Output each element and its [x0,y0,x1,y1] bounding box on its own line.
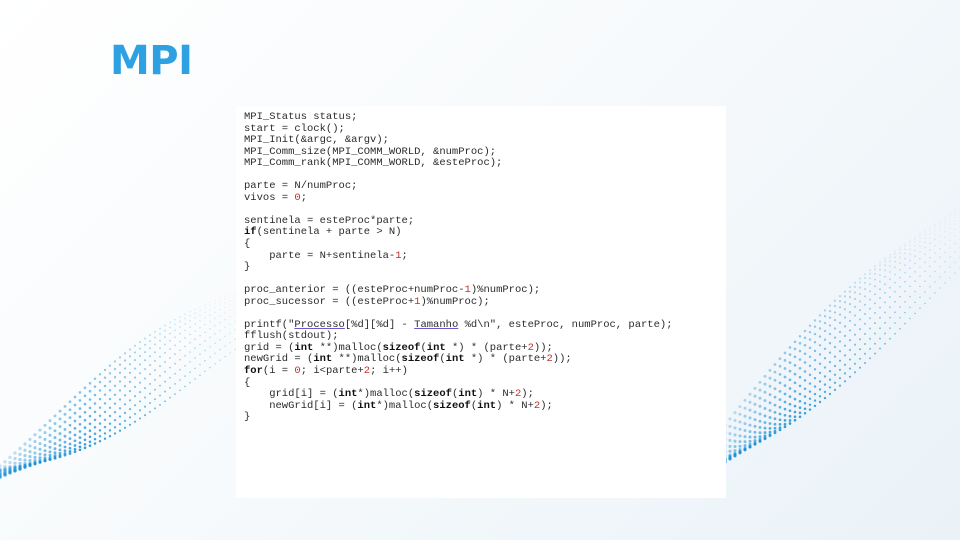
code-line: } [244,411,251,424]
code-line: vivos = 0; [244,191,308,204]
slide-title: MPI [110,38,193,84]
code-line: for(i = 0; i<parte+2; i++) [244,365,408,378]
code-line: newGrid[i] = (int*)malloc(sizeof(int) * … [244,399,553,412]
slide: MPI MPI_Status status; start = clock(); MP… [0,0,960,540]
code-line: MPI_Comm_rank(MPI_COMM_WORLD, &esteProc)… [244,157,503,170]
code-line: { [244,238,251,251]
right-dot-wave [698,207,960,481]
code-line: } [244,261,251,274]
code-line: parte = N+sentinela-1; [244,249,408,262]
code-screenshot: MPI_Status status; start = clock(); MPI_In… [236,106,726,498]
code-line: parte = N/numProc; [244,180,358,193]
code-line: MPI_Init(&argc, &argv); [244,134,389,147]
code-block: MPI_Status status; start = clock(); MPI_In… [244,111,673,424]
code-line: MPI_Status status; [244,111,358,123]
code-line: proc_sucessor = ((esteProc+1)%numProc); [244,295,490,308]
code-line: if(sentinela + parte > N) [244,226,402,239]
left-dot-wave [0,291,236,479]
